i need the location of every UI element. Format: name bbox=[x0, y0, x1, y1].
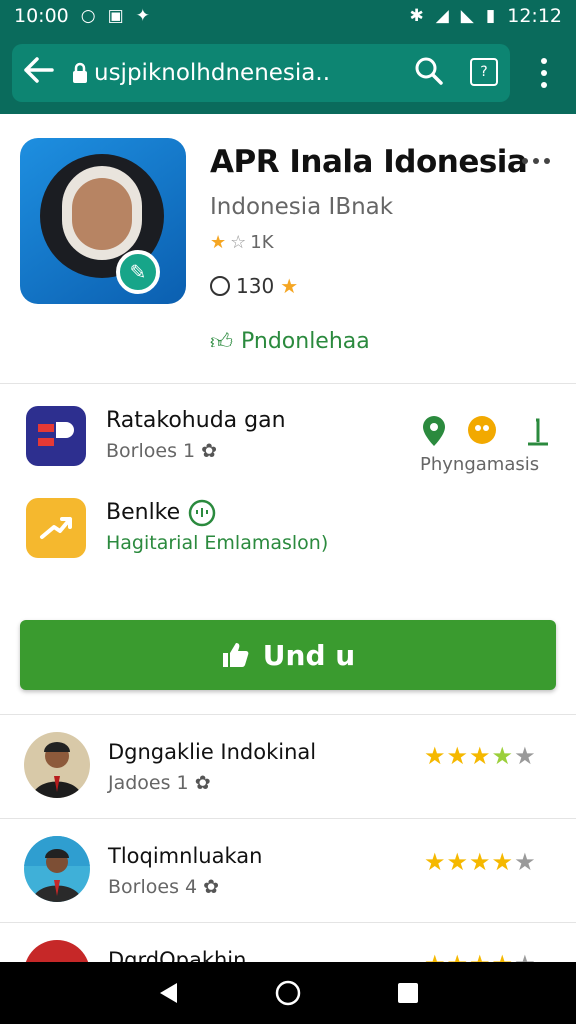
divider bbox=[0, 922, 576, 923]
star-outline-icon: ☆ bbox=[230, 232, 247, 253]
divider bbox=[0, 818, 576, 819]
download-circle-icon bbox=[210, 276, 230, 296]
sparkle-icon: ✦ bbox=[135, 5, 150, 26]
divider bbox=[0, 383, 576, 384]
review-author: Tloqimnluakan bbox=[108, 844, 263, 868]
home-icon[interactable] bbox=[274, 979, 302, 1007]
wifi-icon: ◢ bbox=[435, 5, 449, 26]
review-item[interactable]: Dgngaklie Indokinal Jadoes 1 ✿ ★★★★★ bbox=[0, 716, 576, 820]
trending-app-icon bbox=[26, 498, 86, 558]
avatar bbox=[24, 732, 90, 798]
avatar bbox=[24, 836, 90, 902]
thumbs-up-icon bbox=[222, 643, 249, 667]
app-header: ✎ APR Inala Idonesia Indonesia IBnak ★ ☆… bbox=[0, 114, 576, 384]
install-button[interactable]: Und u bbox=[20, 620, 556, 690]
review-item[interactable]: DgrdOpakhin ★★★★★ bbox=[0, 924, 576, 962]
review-author: DgrdOpakhin bbox=[108, 948, 247, 962]
related-item-name: Benlke bbox=[106, 498, 217, 528]
install-label: Und u bbox=[262, 638, 356, 672]
app-link-label: Pndonlehaa bbox=[241, 329, 370, 354]
review-sub: Jadoes 1 ✿ bbox=[108, 772, 211, 794]
divider bbox=[0, 714, 576, 715]
verified-badge-icon: ✎ bbox=[116, 250, 160, 294]
app-title: APR Inala Idonesia bbox=[210, 144, 528, 180]
review-stars: ★★★★★ bbox=[424, 950, 537, 962]
app-downloads: 130 ★ bbox=[210, 274, 298, 298]
review-sub: Borloes 4 ✿ bbox=[108, 876, 220, 898]
related-item-sub: Borloes 1 ✿ bbox=[106, 440, 218, 462]
thumbs-up-icon: 👍︎ bbox=[210, 330, 233, 355]
meta-icons bbox=[420, 414, 560, 448]
overflow-menu-icon[interactable] bbox=[532, 58, 556, 88]
app-icon: ✎ bbox=[20, 138, 186, 304]
status-time-right: 12:12 bbox=[507, 5, 562, 27]
circle-status-icon: ○ bbox=[80, 5, 96, 26]
app-developer[interactable]: Indonesia IBnak bbox=[210, 194, 393, 220]
review-stars: ★★★★★ bbox=[424, 848, 537, 876]
status-time-left: 10:00 bbox=[14, 5, 69, 27]
battery-icon: ▮ bbox=[485, 5, 496, 26]
app-link[interactable]: 👍︎ Pndonlehaa bbox=[210, 328, 370, 355]
status-bar: 10:00 ○ ▣ ✦ ✱ ◢ ◣ ▮ 12:12 bbox=[0, 0, 576, 32]
rating-count: 1K bbox=[250, 232, 274, 253]
tab-switcher-icon[interactable]: ? bbox=[470, 58, 498, 86]
flower-icon: ✿ bbox=[195, 440, 218, 462]
back-arrow-icon[interactable] bbox=[12, 56, 66, 91]
browser-toolbar: usjpiknolhdnenesia.. ? bbox=[0, 32, 576, 114]
more-options-icon[interactable] bbox=[522, 158, 550, 164]
flower-icon: ✿ bbox=[188, 772, 211, 794]
downloads-count: 130 bbox=[236, 274, 275, 298]
star-icon: ★ bbox=[210, 232, 227, 253]
signal-icon: ◣ bbox=[460, 5, 474, 26]
document-app-icon bbox=[26, 406, 86, 466]
review-stars: ★★★★★ bbox=[424, 742, 537, 770]
review-item[interactable]: Tloqimnluakan Borloes 4 ✿ ★★★★★ bbox=[0, 820, 576, 924]
url-bar[interactable]: usjpiknolhdnenesia.. ? bbox=[12, 44, 510, 102]
search-icon[interactable] bbox=[414, 56, 444, 90]
back-icon[interactable] bbox=[157, 981, 179, 1005]
recents-icon[interactable] bbox=[397, 982, 419, 1004]
url-text[interactable]: usjpiknolhdnenesia.. bbox=[94, 60, 394, 86]
meta-label: Phyngamasis bbox=[420, 454, 540, 475]
avatar bbox=[24, 940, 90, 962]
happy-face-icon bbox=[188, 499, 216, 527]
system-nav-bar bbox=[0, 962, 576, 1024]
lock-icon bbox=[66, 62, 94, 84]
app-rating: ★ ☆ 1K bbox=[210, 232, 274, 253]
related-item-name: Ratakohuda gan bbox=[106, 408, 286, 433]
star-badge-icon: ★ bbox=[280, 274, 299, 298]
related-item-sub: Hagitarial Emlamaslon) bbox=[106, 532, 329, 554]
review-author: Dgngaklie Indokinal bbox=[108, 740, 317, 764]
message-icon: ▣ bbox=[107, 5, 124, 26]
bluetooth-icon: ✱ bbox=[409, 5, 424, 26]
flower-icon: ✿ bbox=[197, 876, 220, 898]
related-item[interactable]: Benlke Hagitarial Emlamaslon) bbox=[0, 494, 576, 574]
